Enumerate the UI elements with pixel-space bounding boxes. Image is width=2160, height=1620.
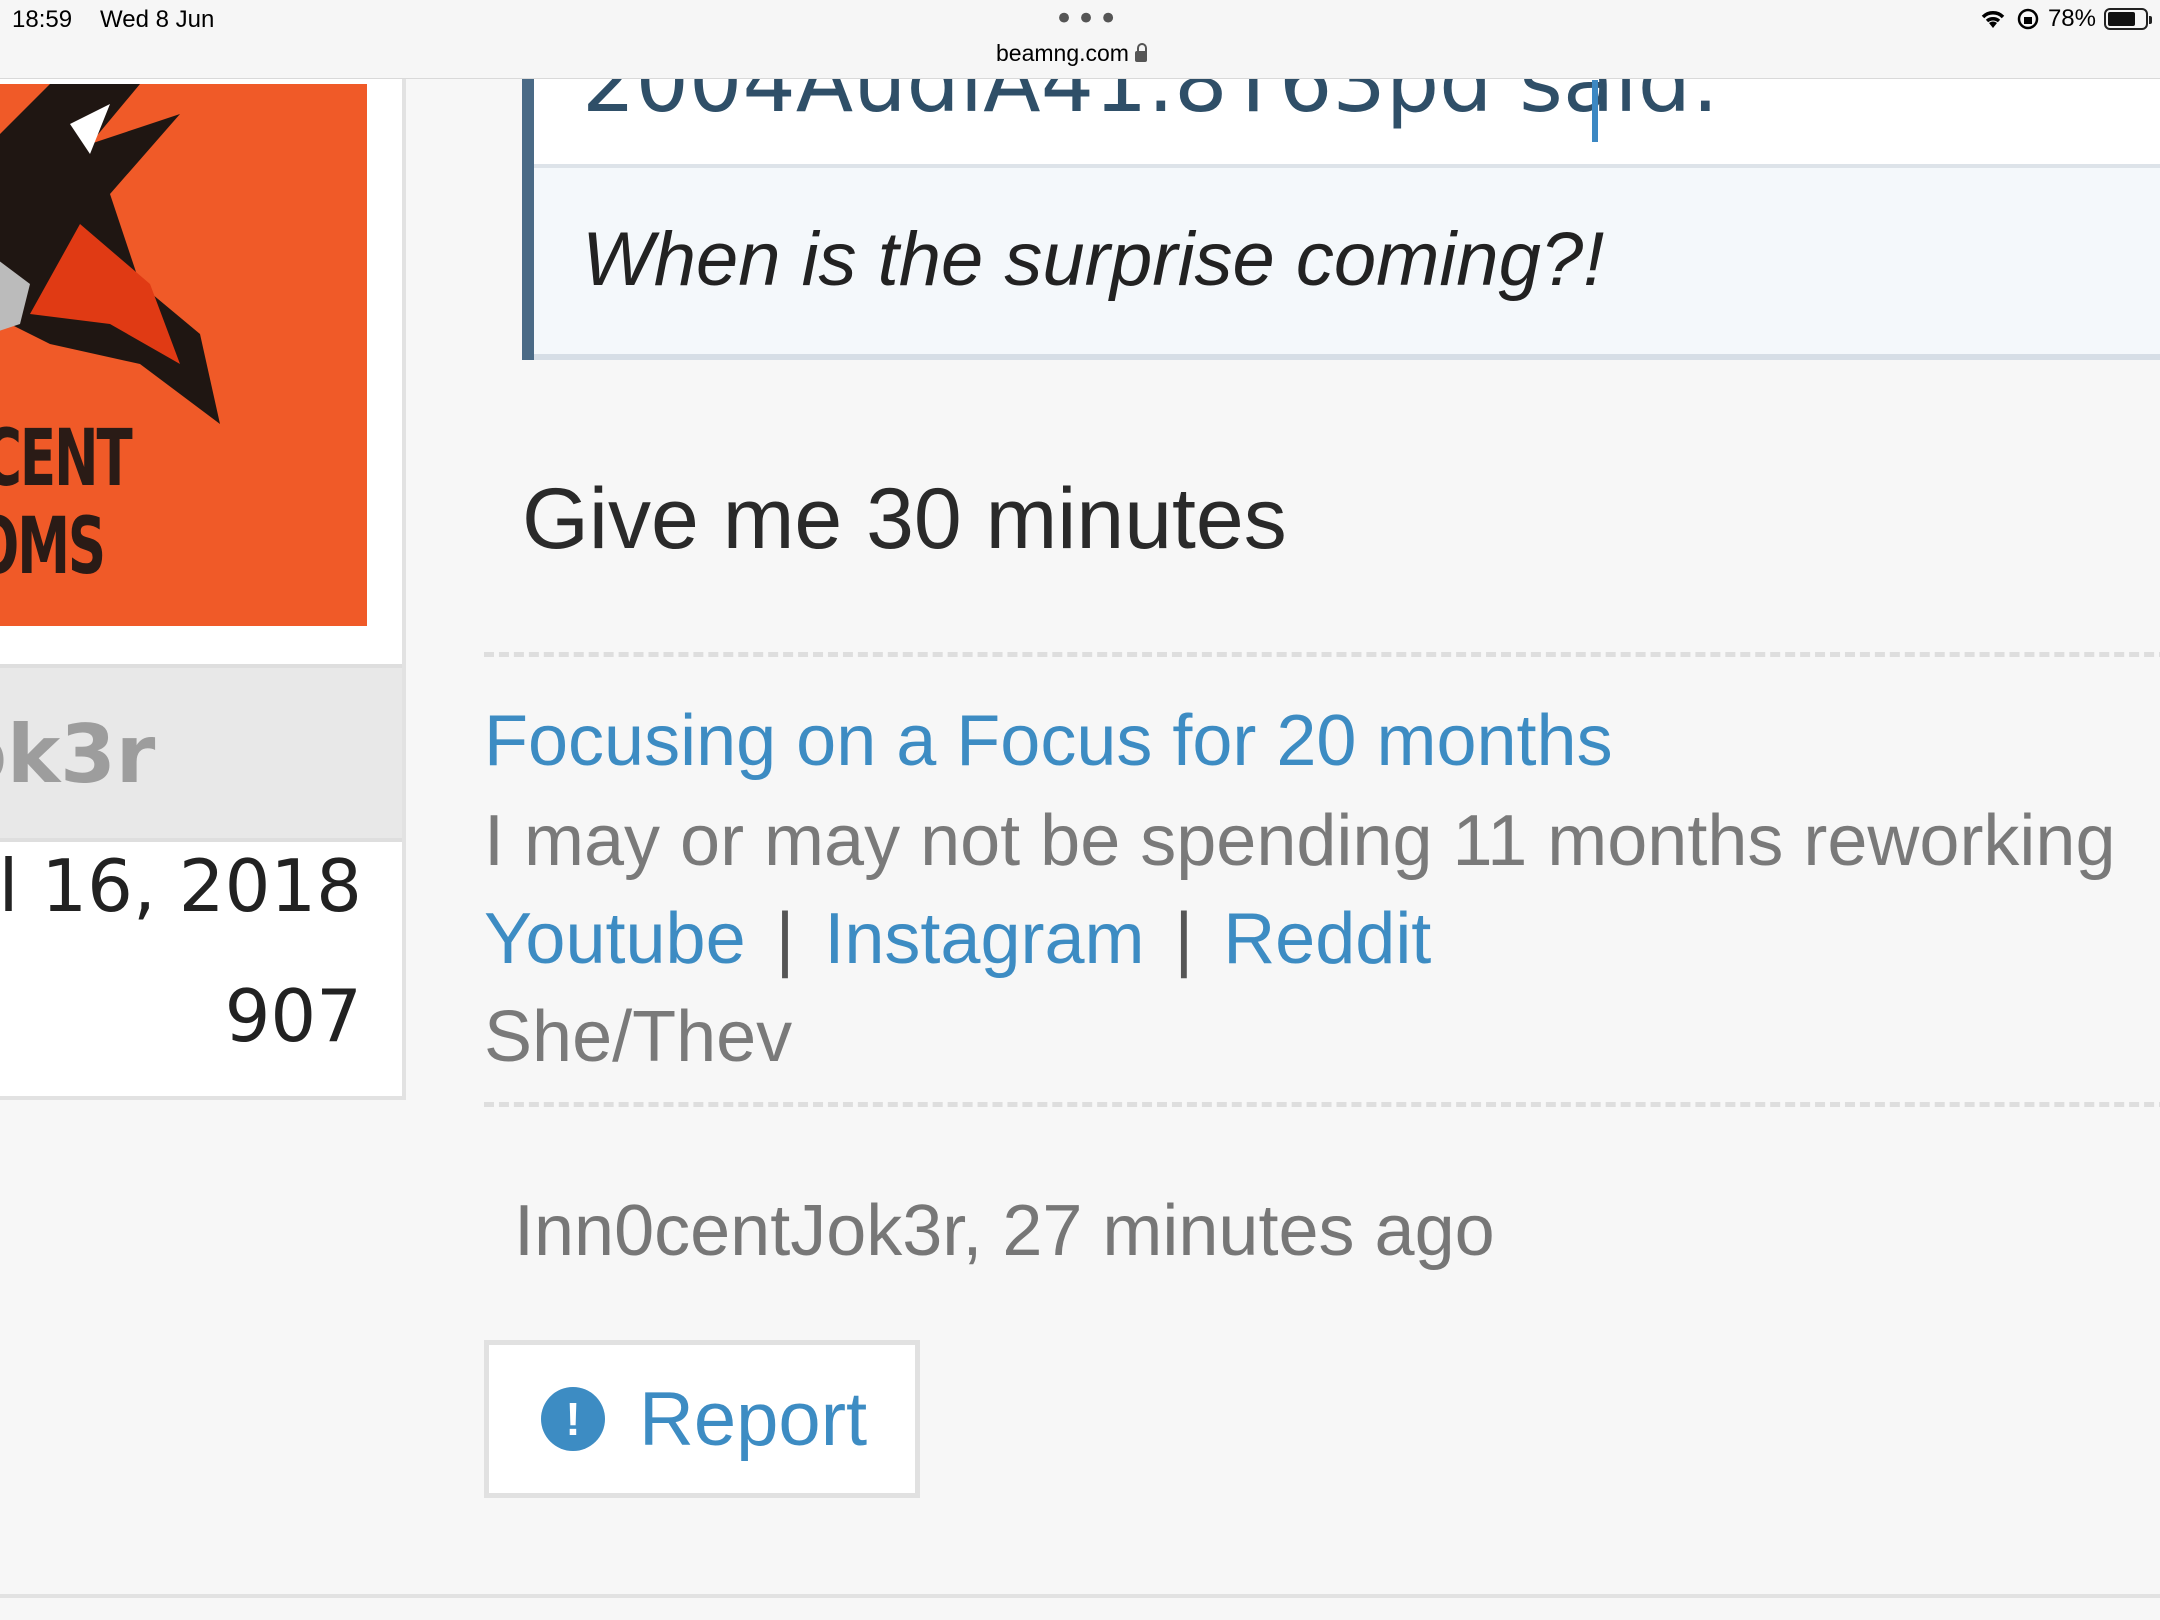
- battery-icon: [2104, 8, 2152, 30]
- more-dots-icon[interactable]: •••: [1054, 2, 1120, 36]
- post-author-time[interactable]: Inn0centJok3r, 27 minutes ago: [514, 1190, 1495, 1272]
- signature-links: Youtube | Instagram | Reddit: [484, 898, 1431, 980]
- url-text: beamng.com: [996, 40, 1129, 66]
- username-bar: ok3r: [0, 664, 402, 842]
- signature-pronouns: She/Thev: [484, 997, 793, 1077]
- quote-jump-icon[interactable]: [1592, 80, 1598, 142]
- wifi-icon: [1981, 11, 2005, 28]
- quote-block: 2004AudiA41.8T63pd said: When is the sur…: [522, 40, 2160, 360]
- reddit-link[interactable]: Reddit: [1223, 899, 1431, 979]
- joined-date: ul 16, 2018: [0, 844, 362, 928]
- quote-text: When is the surprise coming?!: [582, 217, 1605, 302]
- report-label: Report: [639, 1376, 868, 1462]
- status-date: Wed 8 Jun: [100, 6, 215, 33]
- avatar-text-line1: OCENT: [0, 414, 133, 504]
- message-count: 907: [224, 974, 362, 1058]
- signature-divider-top: [484, 652, 2160, 657]
- quote-body: When is the surprise coming?!: [534, 168, 2160, 360]
- lock-icon: [1134, 43, 1147, 62]
- username[interactable]: ok3r: [0, 708, 155, 801]
- status-bar: 18:59 Wed 8 Jun ••• beamng.com 78%: [0, 0, 2160, 79]
- status-time: 18:59: [12, 6, 73, 33]
- link-separator: |: [775, 899, 795, 979]
- instagram-link[interactable]: Instagram: [824, 899, 1144, 979]
- youtube-link[interactable]: Youtube: [484, 899, 746, 979]
- link-separator: |: [1174, 899, 1194, 979]
- address-bar[interactable]: beamng.com: [996, 40, 1147, 67]
- exclamation-icon: !: [541, 1387, 605, 1451]
- report-button[interactable]: ! Report: [484, 1340, 920, 1498]
- user-info-panel: OCENT TOMS ok3r ul 16, 2018 907: [0, 40, 406, 1100]
- divider: [0, 1594, 2160, 1598]
- message-text: Give me 30 minutes: [522, 471, 1287, 567]
- battery-percent: 78%: [2047, 5, 2096, 32]
- status-icons: 78%: [1978, 4, 2152, 34]
- orientation-lock-icon: [2017, 8, 2039, 30]
- signature-divider-bottom: [484, 1102, 2160, 1107]
- signature-title-link[interactable]: Focusing on a Focus for 20 months: [484, 700, 1613, 782]
- avatar[interactable]: OCENT TOMS: [0, 84, 367, 626]
- signature-description: I may or may not be spending 11 months r…: [484, 801, 2116, 881]
- page: 18:59 Wed 8 Jun ••• beamng.com 78% ENT M…: [0, 0, 2160, 1620]
- avatar-text-line2: TOMS: [0, 502, 106, 592]
